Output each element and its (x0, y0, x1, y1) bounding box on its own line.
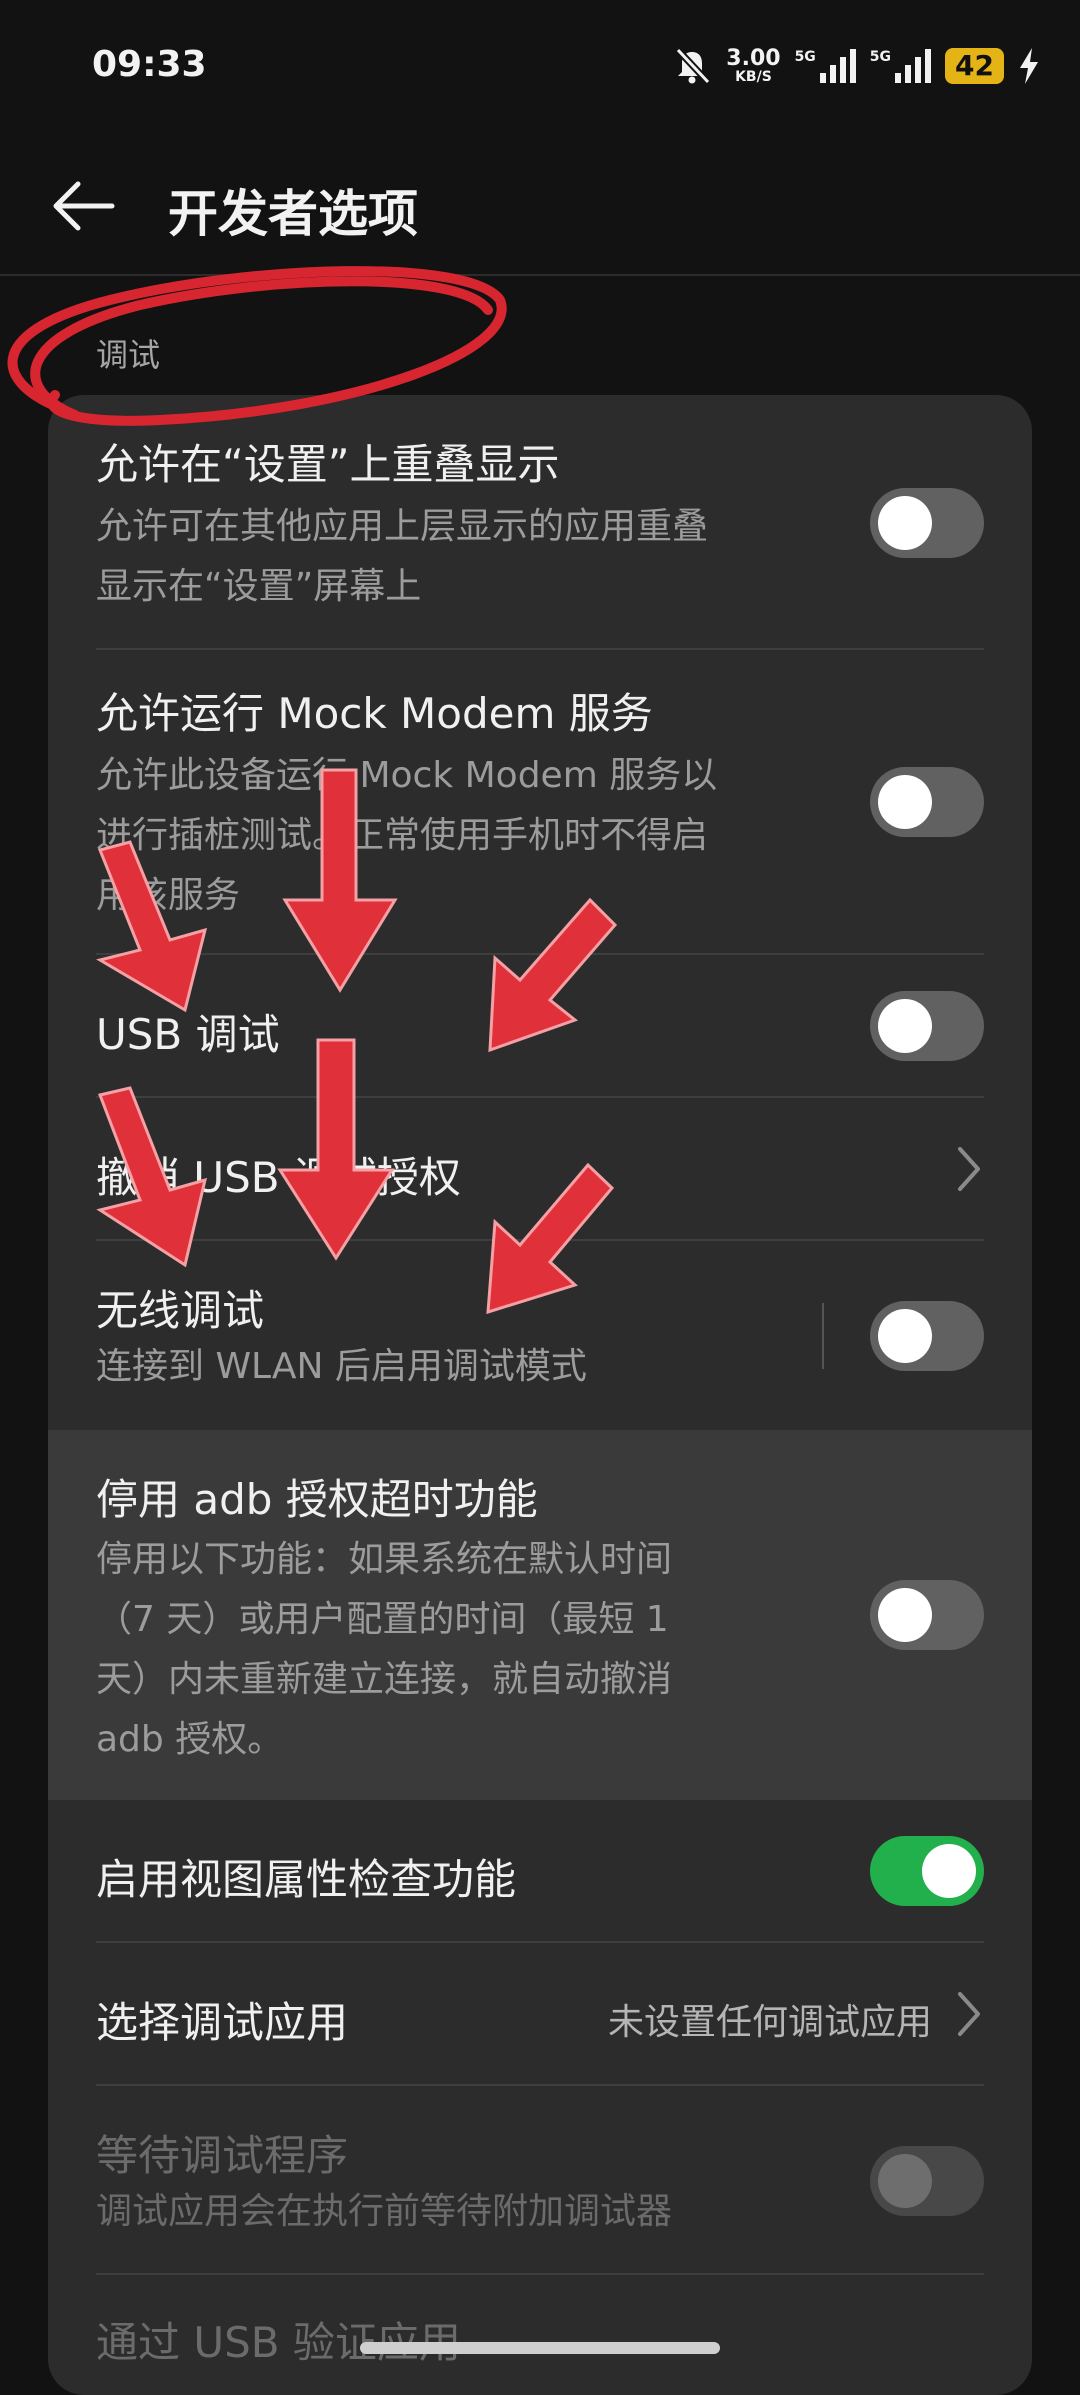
setting-title: 通过 USB 验证应用 (96, 2318, 461, 2367)
back-arrow-icon[interactable] (48, 170, 120, 242)
setting-title: 允许运行 Mock Modem 服务 (96, 689, 653, 738)
toggle-knob (878, 2154, 932, 2208)
setting-select-debug-app[interactable]: 选择调试应用 未设置任何调试应用 (48, 1943, 1032, 2086)
network-speed: 3.00 KB/S (726, 46, 781, 85)
setting-wait-for-debugger[interactable]: 等待调试程序 调试应用会在执行前等待附加调试器 (48, 2086, 1032, 2275)
header-divider (0, 274, 1080, 276)
setting-title: 撤消 USB 调试授权 (96, 1153, 461, 1202)
toggle-knob (922, 1844, 976, 1898)
toggle-switch[interactable] (870, 488, 984, 558)
toggle-knob (878, 1588, 932, 1642)
setting-wireless-debugging[interactable]: 无线调试 连接到 WLAN 后启用调试模式 (48, 1241, 1032, 1430)
settings-card: 允许在“设置”上重叠显示 允许可在其他应用上层显示的应用重叠 显示在“设置”屏幕上… (48, 395, 1032, 2395)
setting-title: 允许在“设置”上重叠显示 (96, 440, 560, 489)
setting-overlay-on-settings[interactable]: 允许在“设置”上重叠显示 允许可在其他应用上层显示的应用重叠 显示在“设置”屏幕上 (48, 395, 1032, 650)
setting-usb-debugging[interactable]: USB 调试 (48, 955, 1032, 1098)
toggle-knob (878, 999, 932, 1053)
signal-5g-1: 5G (795, 49, 856, 83)
toggle-knob (878, 1309, 932, 1363)
page-title: 开发者选项 (168, 185, 418, 243)
toggle-switch[interactable] (870, 991, 984, 1061)
setting-subtitle: 连接到 WLAN 后启用调试模式 (96, 1346, 587, 1387)
setting-view-attribute-inspection[interactable]: 启用视图属性检查功能 (48, 1800, 1032, 1943)
chevron-right-icon (958, 1147, 980, 1191)
setting-revoke-usb-auth[interactable]: 撤消 USB 调试授权 (48, 1098, 1032, 1241)
setting-title: 停用 adb 授权超时功能 (96, 1475, 538, 1524)
setting-subtitle: 允许可在其他应用上层显示的应用重叠 显示在“设置”屏幕上 (96, 506, 709, 607)
vertical-divider (822, 1303, 824, 1369)
status-icons: 3.00 KB/S 5G 5G 42 (672, 44, 1040, 88)
status-bar: 09:33 3.00 KB/S 5G 5G 42 (0, 0, 1080, 130)
toggle-switch[interactable] (870, 1301, 984, 1371)
signal-bars-icon (819, 49, 856, 83)
setting-title: 启用视图属性检查功能 (96, 1855, 517, 1904)
setting-title: 无线调试 (96, 1286, 265, 1335)
toggle-switch[interactable] (870, 2146, 984, 2216)
setting-disable-adb-timeout[interactable]: 停用 adb 授权超时功能 停用以下功能：如果系统在默认时间 （7 天）或用户配置… (48, 1430, 1032, 1800)
setting-subtitle: 调试应用会在执行前等待附加调试器 (96, 2191, 673, 2232)
status-time: 09:33 (92, 44, 207, 85)
toggle-switch[interactable] (870, 767, 984, 837)
bell-muted-icon (675, 47, 711, 85)
toggle-switch[interactable] (870, 1580, 984, 1650)
battery-indicator: 42 (945, 48, 1004, 84)
setting-title: 选择调试应用 (96, 1998, 349, 2047)
chevron-right-icon (958, 1992, 980, 2036)
charging-bolt-icon (1020, 48, 1038, 84)
app-bar: 开发者选项 (0, 150, 1080, 270)
setting-mock-modem[interactable]: 允许运行 Mock Modem 服务 允许此设备运行 Mock Modem 服务… (48, 650, 1032, 955)
home-indicator[interactable] (360, 2342, 720, 2354)
setting-title: USB 调试 (96, 1010, 280, 1059)
setting-verify-apps-over-usb[interactable]: 通过 USB 验证应用 (48, 2275, 1032, 2395)
setting-value: 未设置任何调试应用 (607, 2002, 932, 2043)
setting-title: 等待调试程序 (96, 2131, 349, 2180)
signal-5g-2: 5G (870, 49, 932, 83)
toggle-knob (878, 496, 932, 550)
toggle-switch[interactable] (870, 1836, 984, 1906)
section-label-debug: 调试 (96, 336, 161, 374)
setting-subtitle: 允许此设备运行 Mock Modem 服务以 进行插桩测试。正常使用手机时不得启用… (96, 755, 718, 916)
setting-subtitle: 停用以下功能：如果系统在默认时间 （7 天）或用户配置的时间（最短 1 天）内未重新… (96, 1539, 673, 1760)
toggle-knob (878, 775, 932, 829)
signal-bars-icon (895, 49, 932, 83)
